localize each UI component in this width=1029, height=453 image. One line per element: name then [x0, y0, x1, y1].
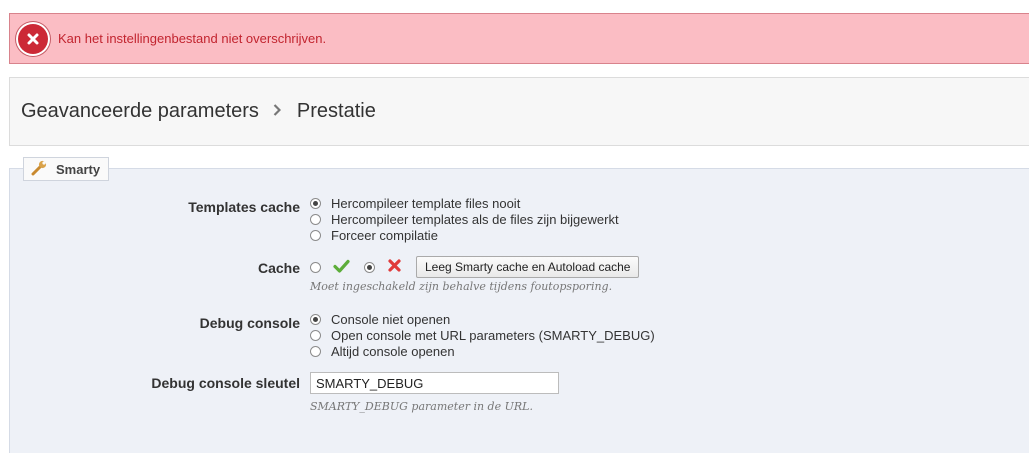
page-title: Prestatie — [296, 100, 376, 122]
cache-enabled-radio[interactable] — [310, 262, 321, 273]
option-label: Altijd console openen — [331, 344, 455, 359]
panel-legend: Smarty — [23, 157, 110, 181]
debug-console-label: Debug console — [199, 315, 300, 331]
debug-console-option-2[interactable]: Open console met URL parameters (SMARTY_… — [310, 328, 655, 343]
close-circle-icon — [18, 23, 48, 54]
radio-button[interactable] — [310, 198, 321, 209]
cache-disabled-radio[interactable] — [364, 262, 375, 273]
option-label: Console niet openen — [331, 312, 451, 327]
option-label: Hercompileer templates als de files zijn… — [331, 212, 619, 227]
wrench-icon — [30, 160, 48, 179]
debug-key-label: Debug console sleutel — [151, 375, 300, 391]
radio-button[interactable] — [310, 214, 321, 225]
radio-button[interactable] — [310, 330, 321, 341]
check-icon[interactable] — [333, 259, 350, 276]
debug-key-input[interactable] — [310, 372, 559, 394]
breadcrumb-parent[interactable]: Geavanceerde parameters — [21, 100, 259, 123]
page-header: Geavanceerde parameters Prestatie — [9, 77, 1029, 146]
option-label: Open console met URL parameters (SMARTY_… — [331, 328, 655, 343]
templates-cache-option-1[interactable]: Hercompileer template files nooit — [310, 196, 520, 211]
templates-cache-option-2[interactable]: Hercompileer templates als de files zijn… — [310, 212, 619, 227]
error-message: Kan het instellingenbestand niet oversch… — [58, 31, 327, 46]
radio-button[interactable] — [310, 230, 321, 241]
clear-cache-button[interactable]: Leeg Smarty cache en Autoload cache — [416, 256, 640, 278]
debug-key-hint: SMARTY_DEBUG parameter in de URL. — [310, 400, 533, 413]
cross-icon[interactable] — [387, 258, 402, 276]
option-label: Hercompileer template files nooit — [331, 196, 521, 211]
panel-title: Smarty — [56, 161, 101, 177]
radio-button[interactable] — [310, 314, 321, 325]
radio-button[interactable] — [310, 346, 321, 357]
cache-label: Cache — [257, 260, 300, 276]
templates-cache-label: Templates cache — [188, 199, 300, 215]
chevron-right-icon — [273, 104, 281, 119]
debug-console-option-1[interactable]: Console niet openen — [310, 312, 450, 327]
error-alert: Kan het instellingenbestand niet oversch… — [9, 13, 1029, 64]
templates-cache-option-3[interactable]: Forceer compilatie — [310, 228, 438, 243]
debug-console-option-3[interactable]: Altijd console openen — [310, 344, 455, 359]
cache-hint: Moet ingeschakeld zijn behalve tijdens f… — [310, 280, 613, 293]
option-label: Forceer compilatie — [331, 228, 438, 243]
